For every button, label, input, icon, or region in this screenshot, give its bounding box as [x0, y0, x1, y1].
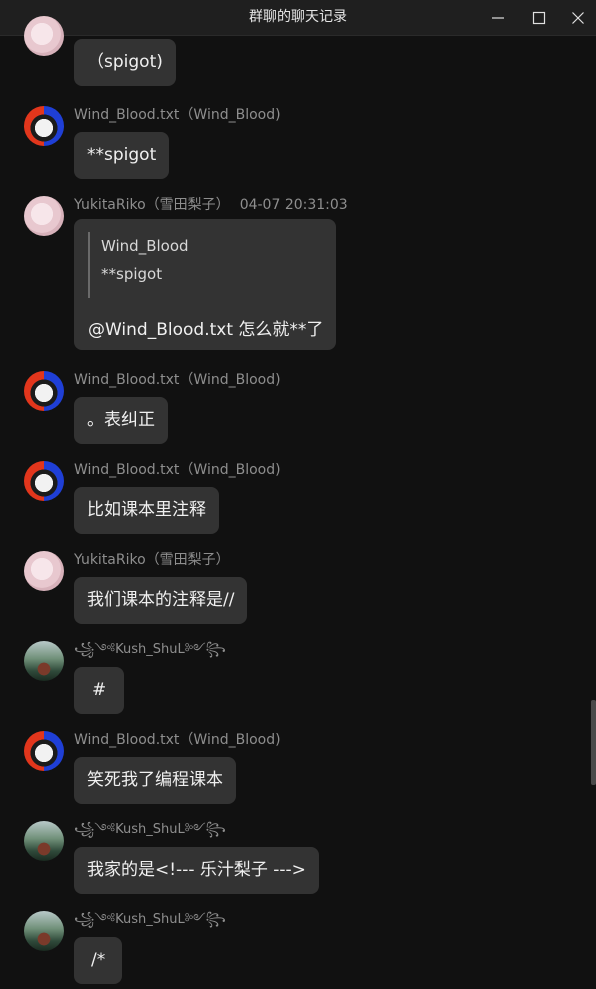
- message-bubble[interactable]: 我们课本的注释是//: [74, 577, 248, 624]
- sender-name: Wind_Blood.txt（Wind_Blood): [74, 732, 281, 748]
- message-bubble[interactable]: 。表纠正: [74, 397, 168, 444]
- message-bubble[interactable]: /*: [74, 937, 123, 984]
- title-bar: 群聊的聊天记录: [0, 0, 596, 36]
- close-button[interactable]: [558, 0, 596, 35]
- user-avatar[interactable]: [24, 196, 64, 236]
- user-avatar[interactable]: [24, 821, 64, 861]
- minimize-icon: [492, 17, 504, 19]
- scrollbar-thumb[interactable]: [591, 700, 596, 785]
- reply-bubble[interactable]: Wind_Blood **spigot @Wind_Blood.txt 怎么就*…: [74, 219, 336, 350]
- sender-name: YukitaRiko（雪田梨子）: [74, 552, 230, 568]
- sender-name: ꧁༺Kush_ShuL༻꧂: [74, 642, 226, 657]
- maximize-button[interactable]: [519, 0, 559, 35]
- user-avatar[interactable]: [24, 641, 64, 681]
- sender-nickname: YukitaRiko（雪田梨子）: [74, 197, 230, 213]
- maximize-icon: [532, 11, 546, 25]
- message-bubble[interactable]: 比如课本里注释: [74, 487, 219, 534]
- message-bubble[interactable]: **spigot: [74, 132, 170, 179]
- user-avatar[interactable]: [24, 371, 64, 411]
- user-avatar[interactable]: [24, 106, 64, 146]
- sender-name: ꧁༺Kush_ShuL༻꧂: [74, 912, 226, 927]
- sender-name: Wind_Blood.txt（Wind_Blood): [74, 372, 281, 388]
- user-avatar[interactable]: [24, 731, 64, 771]
- message-timestamp: 04-07 20:31:03: [239, 197, 348, 213]
- user-avatar[interactable]: [24, 911, 64, 951]
- quote-bar: [88, 232, 90, 298]
- reply-text: @Wind_Blood.txt 怎么就**了: [88, 320, 324, 340]
- sender-name: ꧁༺Kush_ShuL༻꧂: [74, 822, 226, 837]
- sender-name: Wind_Blood.txt（Wind_Blood): [74, 462, 281, 478]
- quote-text: **spigot: [101, 265, 163, 283]
- quote-author: Wind_Blood: [101, 237, 189, 255]
- message-bubble[interactable]: #: [74, 667, 125, 714]
- user-avatar[interactable]: [24, 551, 64, 591]
- close-icon: [572, 12, 584, 24]
- minimize-button[interactable]: [478, 0, 518, 35]
- message-bubble[interactable]: （spigot): [74, 39, 176, 86]
- user-avatar[interactable]: [24, 461, 64, 501]
- sender-name: Wind_Blood.txt（Wind_Blood): [74, 107, 281, 123]
- message-bubble[interactable]: 笑死我了编程课本: [74, 757, 236, 804]
- user-avatar[interactable]: [24, 16, 64, 56]
- message-bubble[interactable]: 我家的是<!--- 乐汁梨子 --->: [74, 847, 319, 894]
- sender-name: YukitaRiko（雪田梨子） 04-07 20:31:03: [74, 196, 348, 214]
